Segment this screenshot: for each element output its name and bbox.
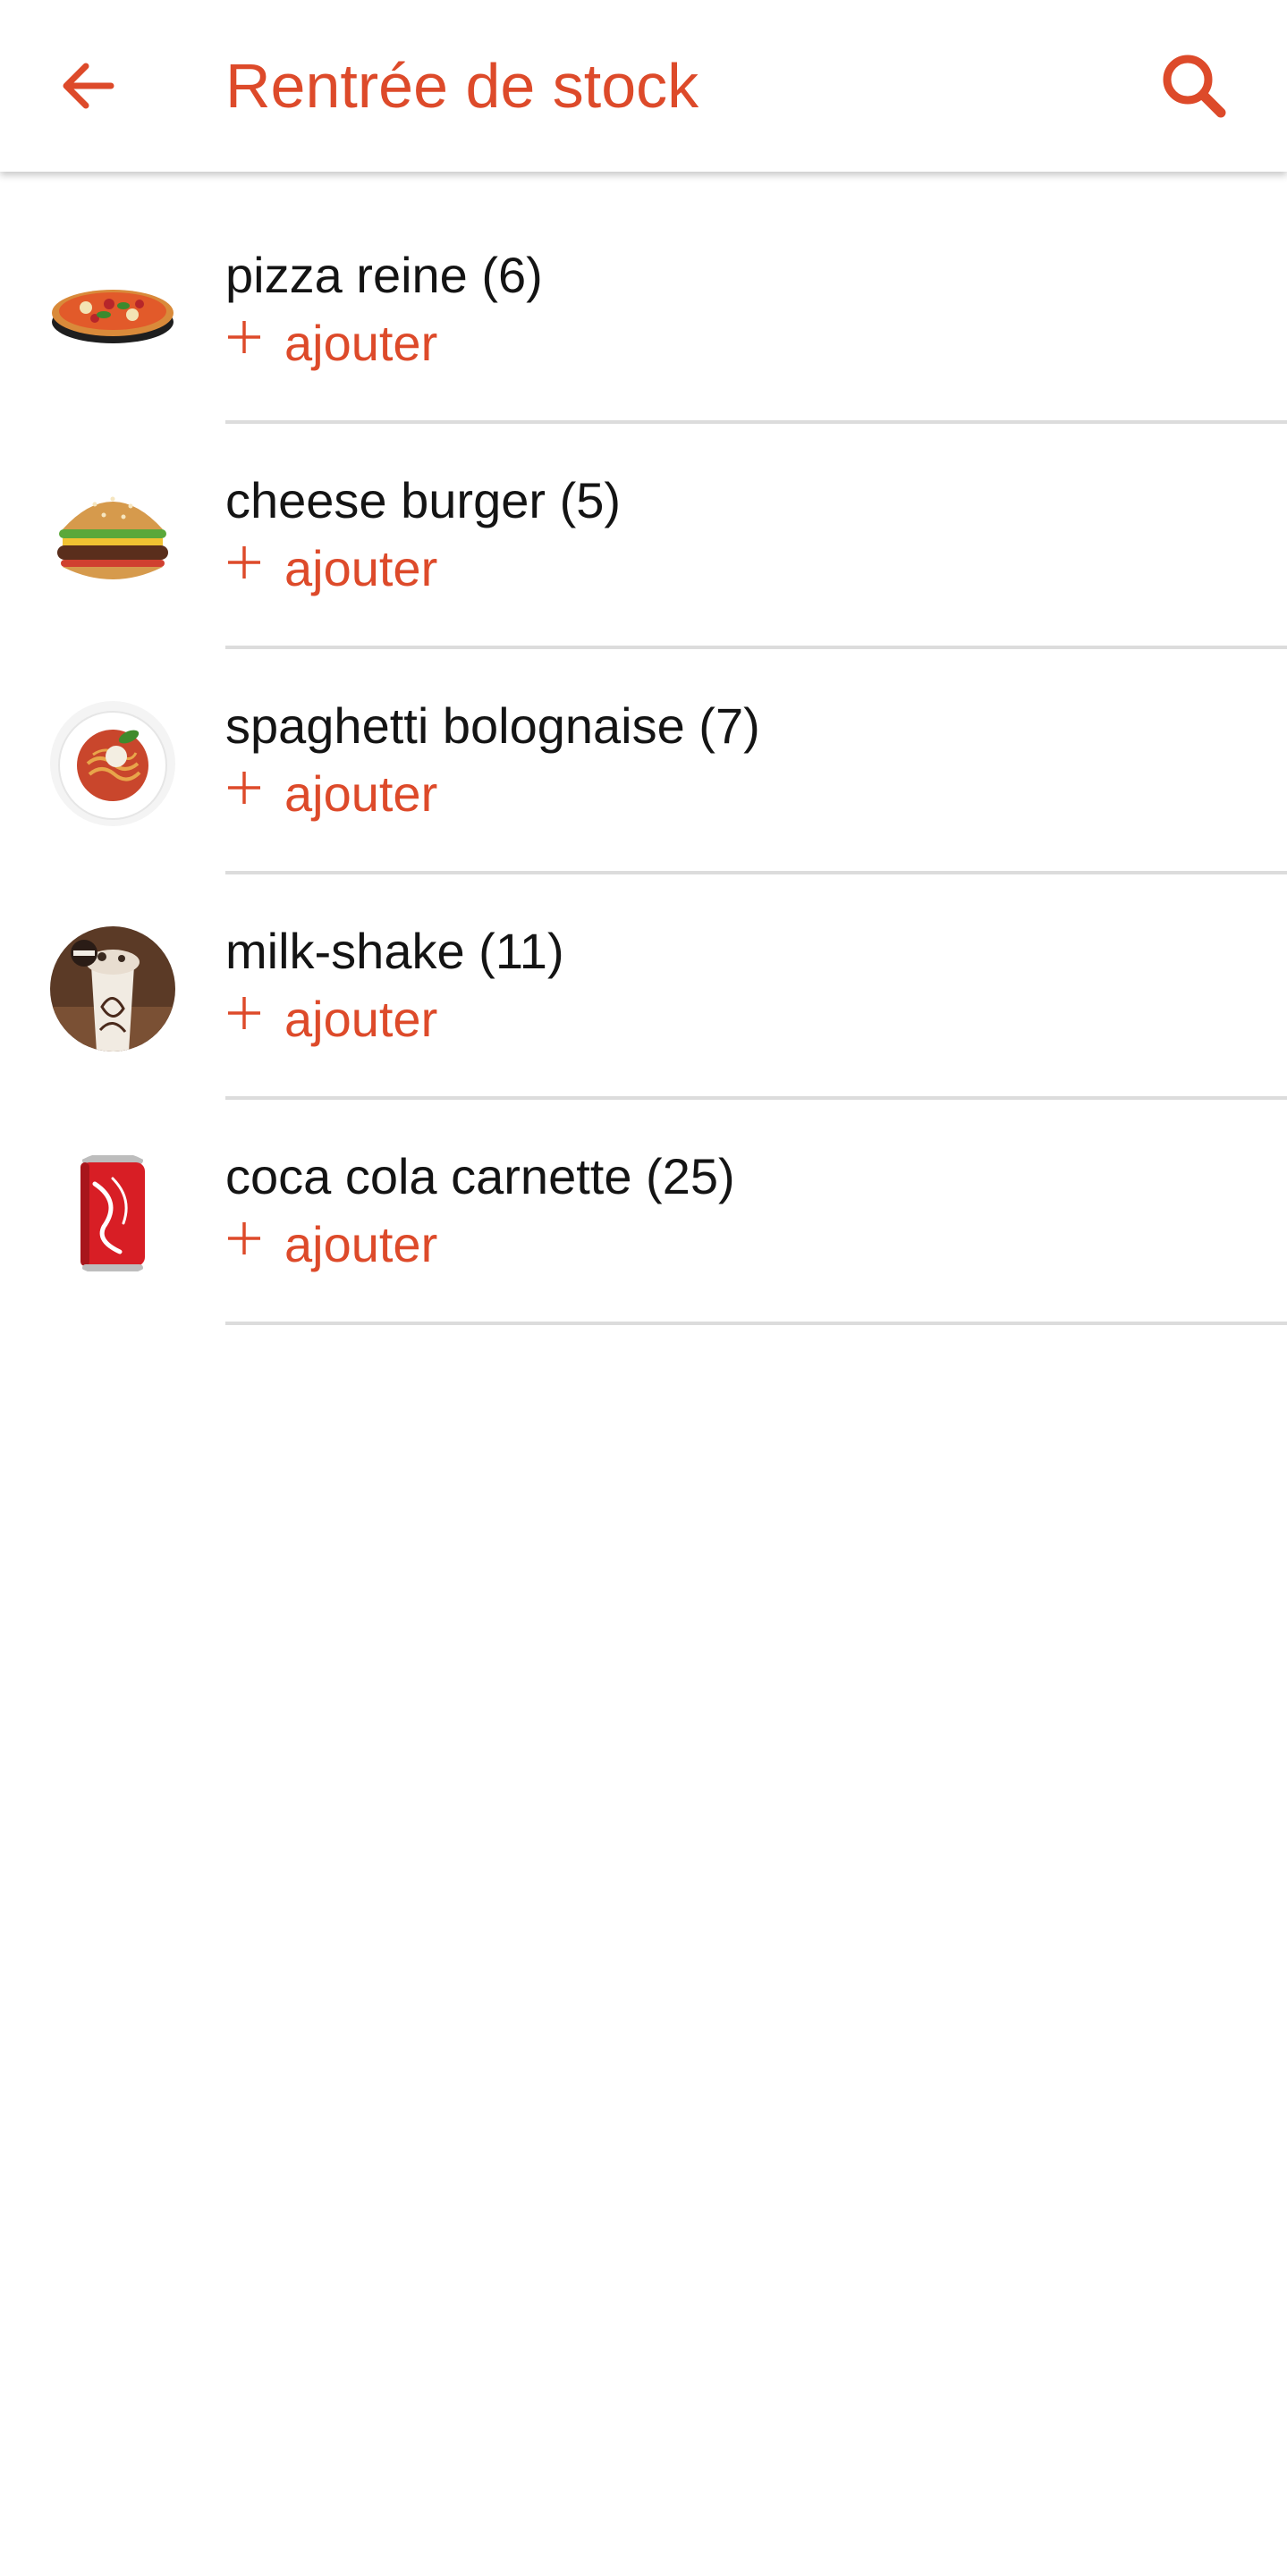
cola-can-image [50,1152,175,1277]
pizza-image [50,250,175,376]
list-item: pizza reine (6) ajouter [0,198,1287,424]
add-button[interactable]: ajouter [225,533,437,604]
add-label: ajouter [284,315,438,371]
add-button[interactable]: ajouter [225,308,437,379]
arrow-left-icon [63,63,114,109]
milkshake-image [50,926,175,1052]
app-bar: Rentrée de stock [0,0,1287,172]
add-button[interactable]: ajouter [225,1209,437,1280]
plus-icon [228,772,260,804]
search-icon [1163,55,1226,118]
item-name: milk-shake (11) [225,923,564,979]
list-item: coca cola carnette (25) ajouter [0,1100,1287,1325]
plus-icon [228,1222,260,1254]
search-button[interactable] [1145,41,1243,131]
list-item: milk-shake (11) ajouter [0,874,1287,1100]
burger-image [50,476,175,601]
plus-icon [228,321,260,353]
add-button[interactable]: ajouter [225,984,437,1055]
item-name: pizza reine (6) [225,247,543,303]
add-button[interactable]: ajouter [225,758,437,830]
divider [225,1322,1287,1325]
plus-icon [228,997,260,1029]
list-item: spaghetti bolognaise (7) ajouter [0,649,1287,874]
add-label: ajouter [284,765,438,822]
add-label: ajouter [284,540,438,596]
back-button[interactable] [43,41,132,131]
product-list: pizza reine (6) ajouter cheese burger (5… [0,198,1287,1325]
spaghetti-image [50,701,175,826]
list-item: cheese burger (5) ajouter [0,424,1287,649]
add-label: ajouter [284,991,438,1047]
item-name: coca cola carnette (25) [225,1148,735,1204]
page-title: Rentrée de stock [225,51,699,121]
add-label: ajouter [284,1216,438,1272]
item-name: cheese burger (5) [225,472,622,528]
item-name: spaghetti bolognaise (7) [225,697,760,754]
plus-icon [228,546,260,579]
